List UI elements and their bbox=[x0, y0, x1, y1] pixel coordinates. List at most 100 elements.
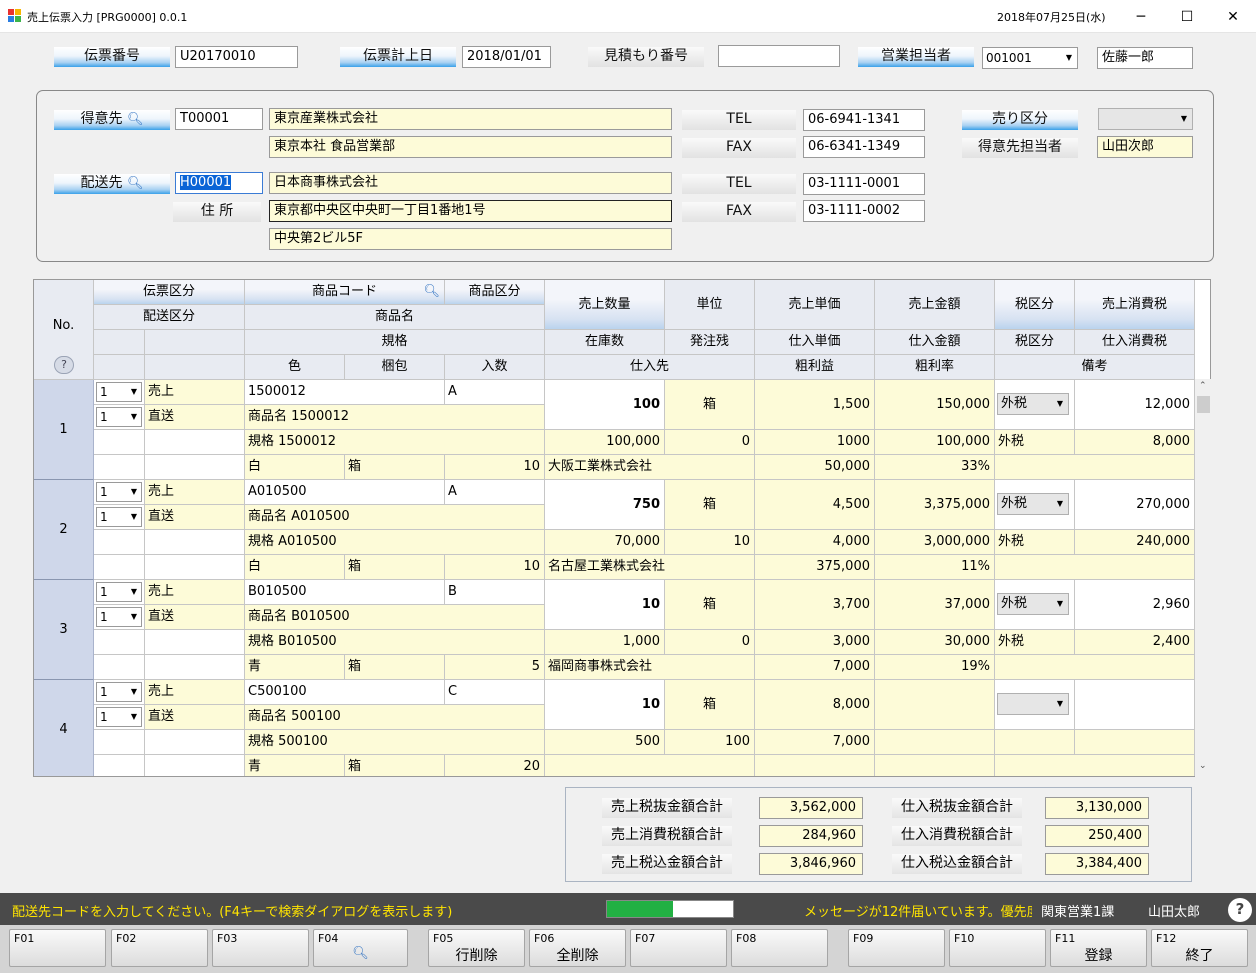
maximize-button[interactable]: ☐ bbox=[1164, 0, 1210, 33]
grid-select[interactable]: 1 ▼ bbox=[96, 707, 142, 727]
tax-type-select[interactable]: 外税 ▼ bbox=[995, 480, 1075, 530]
tax-type-dropdown[interactable]: 外税 ▼ bbox=[997, 493, 1069, 515]
slip-type-label: 売上 bbox=[145, 380, 245, 405]
ship-type-select[interactable]: 1 ▼ bbox=[94, 705, 145, 730]
fkey-f01[interactable]: F01 bbox=[9, 929, 106, 967]
product-code-cell[interactable]: 1500012 bbox=[245, 380, 445, 405]
remarks-cell[interactable] bbox=[995, 655, 1195, 680]
grid-select[interactable]: 1 ▼ bbox=[96, 382, 142, 402]
fkey-f09[interactable]: F09 bbox=[848, 929, 945, 967]
remarks-cell[interactable] bbox=[995, 555, 1195, 580]
fkey-f11[interactable]: F11 登録 bbox=[1050, 929, 1147, 967]
sales-tax-cell[interactable]: 270,000 bbox=[1075, 480, 1195, 530]
row-number: 2 bbox=[34, 480, 94, 580]
department: 関東営業1課 bbox=[1041, 905, 1115, 920]
customer-label[interactable]: 得意先 🔍︎ bbox=[54, 110, 170, 130]
sales-qty-cell[interactable]: 750 bbox=[545, 480, 665, 530]
grid-select[interactable]: 1 ▼ bbox=[96, 607, 142, 627]
sales-tax-head[interactable]: 売上消費税 bbox=[1075, 280, 1195, 330]
blank-cell bbox=[94, 655, 145, 680]
tax-type-select[interactable]: 外税 ▼ bbox=[995, 580, 1075, 630]
delivery-code-input[interactable]: H00001 bbox=[175, 172, 263, 194]
message-notice[interactable]: メッセージが12件届いています。優先度 bbox=[804, 901, 1032, 920]
buy-tax-cell bbox=[1075, 730, 1195, 755]
search-icon[interactable]: 🔍︎ bbox=[127, 176, 144, 191]
product-type-cell[interactable]: B bbox=[445, 580, 545, 605]
product-code-cell[interactable]: A010500 bbox=[245, 480, 445, 505]
product-type-head[interactable]: 商品区分 bbox=[445, 280, 545, 305]
grid-select[interactable]: 1 ▼ bbox=[96, 482, 142, 502]
product-type-cell[interactable]: C bbox=[445, 680, 545, 705]
sales-qty-cell[interactable]: 10 bbox=[545, 580, 665, 630]
buy-tax-total: 250,400 bbox=[1045, 825, 1149, 847]
sales-rep-select[interactable]: 001001 ▼ bbox=[982, 47, 1078, 69]
fkey-f03[interactable]: F03 bbox=[212, 929, 309, 967]
slip-no-input[interactable]: U20170010 bbox=[175, 46, 298, 68]
fkey-f12[interactable]: F12 終了 bbox=[1151, 929, 1248, 967]
search-icon[interactable]: 🔍︎ bbox=[423, 280, 440, 304]
tax-type-dropdown[interactable]: 外税 ▼ bbox=[997, 593, 1069, 615]
sales-qty-head[interactable]: 売上数量 bbox=[545, 280, 665, 330]
sales-type-select[interactable]: ▼ bbox=[1098, 108, 1193, 130]
help-icon[interactable]: ? bbox=[1228, 898, 1252, 922]
fkey-f08[interactable]: F08 bbox=[731, 929, 828, 967]
fkey-f06[interactable]: F06 全削除 bbox=[529, 929, 626, 967]
margin-cell: 19% bbox=[875, 655, 995, 680]
remarks-cell[interactable] bbox=[995, 455, 1195, 480]
grid-scrollbar[interactable]: ⌃ ⌄ bbox=[1195, 379, 1212, 777]
customer-code-input[interactable]: T00001 bbox=[175, 108, 263, 130]
grid-select[interactable]: 1 ▼ bbox=[96, 682, 142, 702]
grid-select[interactable]: 1 ▼ bbox=[96, 407, 142, 427]
slip-date-input[interactable]: 2018/01/01 bbox=[462, 46, 551, 68]
ship-type-select[interactable]: 1 ▼ bbox=[94, 405, 145, 430]
sales-tax-cell[interactable]: 12,000 bbox=[1075, 380, 1195, 430]
grid-select[interactable]: 1 ▼ bbox=[96, 507, 142, 527]
tax-type-dropdown[interactable]: 外税 ▼ bbox=[997, 393, 1069, 415]
delivery-fax-input[interactable]: 03-1111-0002 bbox=[803, 200, 925, 222]
buy-amount-cell: 100,000 bbox=[875, 430, 995, 455]
slip-type-select[interactable]: 1 ▼ bbox=[94, 480, 145, 505]
sales-qty-cell[interactable]: 10 bbox=[545, 680, 665, 730]
slip-type-head[interactable]: 伝票区分 bbox=[94, 280, 245, 305]
fkey-label: 全削除 bbox=[556, 948, 599, 964]
fkey-f04[interactable]: F04 🔍︎ bbox=[313, 929, 408, 967]
slip-type-select[interactable]: 1 ▼ bbox=[94, 680, 145, 705]
scroll-up-icon[interactable]: ⌃ bbox=[1199, 381, 1207, 391]
sales-tax-cell[interactable]: 2,960 bbox=[1075, 580, 1195, 630]
scroll-down-icon[interactable]: ⌄ bbox=[1199, 761, 1207, 771]
ship-type-select[interactable]: 1 ▼ bbox=[94, 605, 145, 630]
fkey-f07[interactable]: F07 bbox=[630, 929, 727, 967]
fkey-f10[interactable]: F10 bbox=[949, 929, 1046, 967]
spec-cell: 規格 1500012 bbox=[245, 430, 545, 455]
product-code-cell[interactable]: B010500 bbox=[245, 580, 445, 605]
tax-type-head[interactable]: 税区分 bbox=[995, 280, 1075, 330]
customer-tel-input[interactable]: 06-6941-1341 bbox=[803, 109, 925, 131]
tax-type-select[interactable]: ▼ bbox=[995, 680, 1075, 730]
buy-price-cell: 3,000 bbox=[755, 630, 875, 655]
ship-type-select[interactable]: 1 ▼ bbox=[94, 505, 145, 530]
product-type-cell[interactable]: A bbox=[445, 480, 545, 505]
minimize-button[interactable]: ─ bbox=[1118, 0, 1164, 33]
delivery-label[interactable]: 配送先 🔍︎ bbox=[54, 174, 170, 194]
product-type-cell[interactable]: A bbox=[445, 380, 545, 405]
tax-type-dropdown[interactable]: ▼ bbox=[997, 693, 1069, 715]
product-code-head[interactable]: 商品コード 🔍︎ bbox=[245, 280, 445, 305]
sales-qty-cell[interactable]: 100 bbox=[545, 380, 665, 430]
slip-type-select[interactable]: 1 ▼ bbox=[94, 580, 145, 605]
fkey-f05[interactable]: F05 行削除 bbox=[428, 929, 525, 967]
slip-type-select[interactable]: 1 ▼ bbox=[94, 380, 145, 405]
product-code-cell[interactable]: C500100 bbox=[245, 680, 445, 705]
help-icon[interactable]: ? bbox=[54, 356, 74, 374]
remarks-cell[interactable] bbox=[995, 755, 1195, 776]
buy-tax-type-cell bbox=[995, 730, 1075, 755]
tax-type-select[interactable]: 外税 ▼ bbox=[995, 380, 1075, 430]
fkey-f02[interactable]: F02 bbox=[111, 929, 208, 967]
grid-select[interactable]: 1 ▼ bbox=[96, 582, 142, 602]
close-button[interactable]: ✕ bbox=[1210, 0, 1256, 33]
sales-tax-cell[interactable] bbox=[1075, 680, 1195, 730]
scroll-thumb[interactable] bbox=[1197, 396, 1210, 413]
customer-fax-input[interactable]: 06-6341-1349 bbox=[803, 136, 925, 158]
quote-no-input[interactable] bbox=[718, 45, 840, 67]
search-icon[interactable]: 🔍︎ bbox=[127, 112, 144, 127]
delivery-tel-input[interactable]: 03-1111-0001 bbox=[803, 173, 925, 195]
